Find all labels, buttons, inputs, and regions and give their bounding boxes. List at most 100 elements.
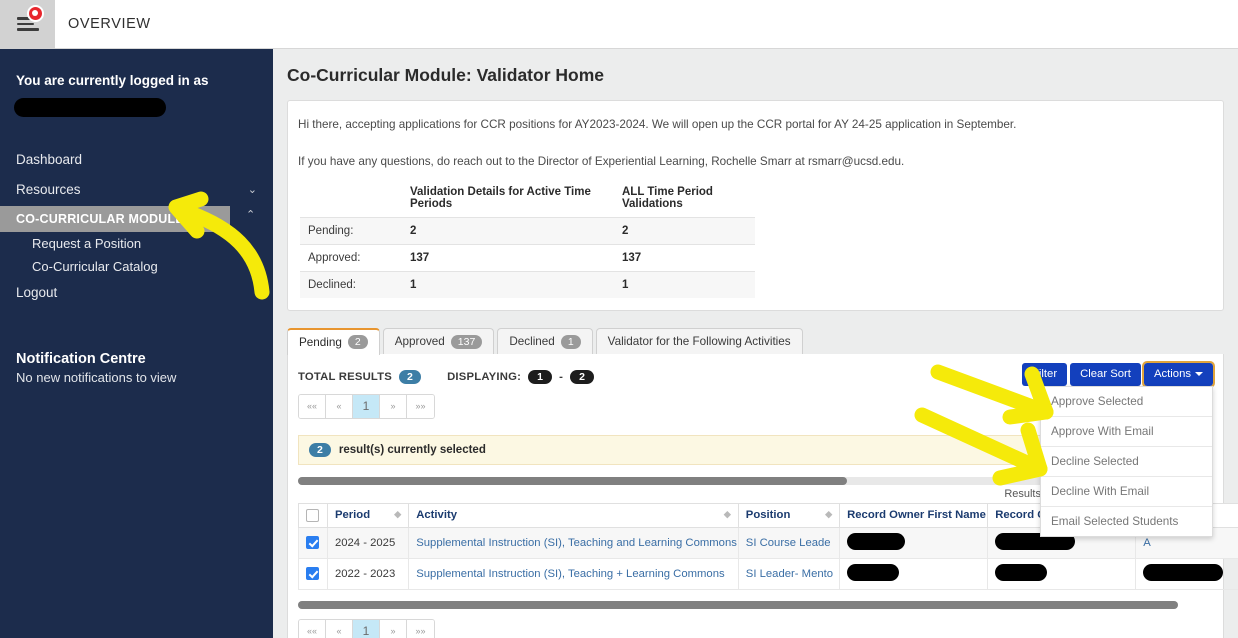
- sidebar-item-label: Resources: [16, 182, 81, 198]
- select-all-header[interactable]: [298, 502, 328, 528]
- menu-item-decline-with-email[interactable]: Decline With Email: [1041, 477, 1212, 507]
- tab-label: Pending: [299, 335, 342, 349]
- col-activity[interactable]: Activity ◆: [408, 502, 739, 528]
- tab-label: Approved: [394, 335, 445, 349]
- pagination-page-1[interactable]: 1: [353, 619, 380, 638]
- pagination-next-button[interactable]: »: [380, 619, 407, 638]
- clear-sort-button[interactable]: Clear Sort: [1070, 362, 1141, 387]
- select-all-checkbox[interactable]: [306, 508, 319, 522]
- total-results-label: TOTAL RESULTS: [298, 370, 393, 383]
- stats-row-active: 2: [402, 216, 614, 245]
- stats-row-active: 137: [402, 243, 614, 272]
- tab-validator-activities[interactable]: Validator for the Following Activities: [595, 327, 803, 355]
- cell-activity[interactable]: Supplemental Instruction (SI), Teaching …: [408, 557, 739, 590]
- stats-row-label: Pending:: [300, 216, 402, 245]
- actions-button-label: Actions: [1153, 367, 1191, 380]
- menu-item-approve-with-email[interactable]: Approve With Email: [1041, 417, 1212, 447]
- pagination-last-button[interactable]: »»: [407, 394, 434, 418]
- validation-stats-table: Validation Details for Active Time Perio…: [300, 179, 755, 298]
- tab-count-badge: 137: [450, 334, 483, 349]
- filter-button[interactable]: Filter: [1021, 362, 1068, 387]
- displaying-from: 1: [528, 369, 553, 384]
- tab-label: Declined: [509, 335, 555, 349]
- menu-item-decline-selected[interactable]: Decline Selected: [1041, 447, 1212, 477]
- cell-activity[interactable]: Supplemental Instruction (SI), Teaching …: [408, 526, 739, 559]
- page-breadcrumb-overview: OVERVIEW: [68, 16, 151, 32]
- redacted-user-name: [14, 98, 166, 118]
- notification-centre: Notification Centre No new notifications…: [0, 351, 273, 385]
- sidebar-item-label: Dashboard: [16, 152, 83, 168]
- pagination-prev-button[interactable]: «: [326, 619, 353, 638]
- pagination-first-button[interactable]: ««: [299, 394, 326, 418]
- main-content: Co-Curricular Module: Validator Home Hi …: [273, 49, 1238, 638]
- actions-dropdown-menu: Approve Selected Approve With Email Decl…: [1040, 385, 1213, 537]
- sort-icon: ◆: [394, 509, 402, 520]
- sidebar-item-co-curricular-module[interactable]: CO-CURRICULAR MODULE: [0, 205, 230, 233]
- cell-period: 2022 - 2023: [326, 557, 410, 590]
- actions-button[interactable]: Actions: [1141, 360, 1216, 389]
- pagination-last-button[interactable]: »»: [407, 619, 434, 638]
- col-activity-label: Activity: [416, 509, 458, 522]
- chevron-up-icon: ⌃: [246, 208, 256, 221]
- col-position[interactable]: Position ◆: [737, 502, 841, 528]
- stats-col-active: Validation Details for Active Time Perio…: [410, 185, 591, 210]
- intro-paragraph-1: Hi there, accepting applications for CCR…: [298, 118, 1017, 131]
- sidebar-subitem-label: Co-Curricular Catalog: [32, 259, 158, 275]
- horizontal-scrollbar-bottom[interactable]: [298, 600, 1178, 609]
- tab-label: Validator for the Following Activities: [607, 335, 791, 349]
- sidebar-item-co-curricular-catalog[interactable]: Co-Curricular Catalog: [0, 255, 273, 278]
- tab-pending[interactable]: Pending 2: [287, 327, 380, 355]
- tab-approved[interactable]: Approved 137: [382, 327, 495, 355]
- notification-centre-empty-text: No new notifications to view: [16, 369, 177, 385]
- hamburger-menu-button[interactable]: [0, 0, 55, 49]
- redacted-extra: [1143, 563, 1224, 581]
- pagination-first-button[interactable]: ««: [299, 619, 326, 638]
- redacted-first-name: [847, 532, 906, 550]
- sidebar-item-label: CO-CURRICULAR MODULE: [16, 211, 184, 226]
- row-select-cell[interactable]: [298, 557, 328, 590]
- validation-stats-body: Pending: 2 2 Approved: 137 137 Declined:…: [300, 216, 755, 298]
- pagination-top: «« « 1 » »»: [298, 393, 435, 419]
- page-title: Co-Curricular Module: Validator Home: [287, 65, 604, 85]
- stats-row-all: 137: [614, 243, 755, 272]
- displaying-separator: -: [559, 370, 564, 383]
- sidebar-item-resources[interactable]: Resources ⌄: [0, 175, 273, 205]
- cell-last-name: [987, 557, 1137, 590]
- table-row: Pending: 2 2: [300, 216, 755, 245]
- stats-row-active: 1: [402, 270, 614, 298]
- row-checkbox[interactable]: [306, 567, 319, 581]
- table-row[interactable]: 2022 - 2023 Supplemental Instruction (SI…: [298, 557, 1238, 590]
- selection-count-badge: 2: [309, 442, 331, 457]
- col-first-name-label: Record Owner First Name: [847, 509, 986, 522]
- selection-banner-text: result(s) currently selected: [338, 443, 486, 456]
- cell-position[interactable]: SI Course Leade: [737, 526, 841, 559]
- col-position-label: Position: [745, 509, 791, 522]
- pagination-page-1[interactable]: 1: [353, 394, 380, 418]
- notification-centre-title: Notification Centre: [16, 350, 146, 367]
- sidebar-item-logout[interactable]: Logout: [0, 278, 273, 308]
- redacted-last-name: [995, 563, 1048, 581]
- pagination-next-button[interactable]: »: [380, 394, 407, 418]
- intro-paragraph-2: If you have any questions, do reach out …: [298, 155, 905, 169]
- info-card: Hi there, accepting applications for CCR…: [287, 100, 1224, 311]
- displaying-label: DISPLAYING:: [447, 370, 522, 383]
- stats-row-label: Declined:: [300, 270, 402, 298]
- sidebar-item-request-a-position[interactable]: Request a Position: [0, 232, 273, 255]
- table-header-row: Validation Details for Active Time Perio…: [300, 179, 755, 218]
- sidebar-item-dashboard[interactable]: Dashboard: [0, 145, 273, 175]
- tab-declined[interactable]: Declined 1: [497, 327, 593, 355]
- menu-item-email-selected-students[interactable]: Email Selected Students: [1041, 507, 1212, 536]
- cell-position[interactable]: SI Leader- Mento: [737, 557, 841, 590]
- col-record-owner-first-name[interactable]: Record Owner First Name: [839, 502, 989, 528]
- row-select-cell[interactable]: [298, 526, 328, 559]
- logged-in-label: You are currently logged in as: [16, 73, 209, 88]
- menu-item-approve-selected[interactable]: Approve Selected: [1041, 387, 1212, 417]
- top-bar: OVERVIEW: [0, 0, 1238, 49]
- cell-first-name: [839, 557, 989, 590]
- pagination-prev-button[interactable]: «: [326, 394, 353, 418]
- tab-bar: Pending 2 Approved 137 Declined 1 Valida…: [287, 327, 1224, 355]
- col-period[interactable]: Period ◆: [326, 502, 410, 528]
- chevron-down-icon: [1195, 371, 1203, 376]
- cell-period: 2024 - 2025: [326, 526, 410, 559]
- row-checkbox[interactable]: [306, 536, 319, 550]
